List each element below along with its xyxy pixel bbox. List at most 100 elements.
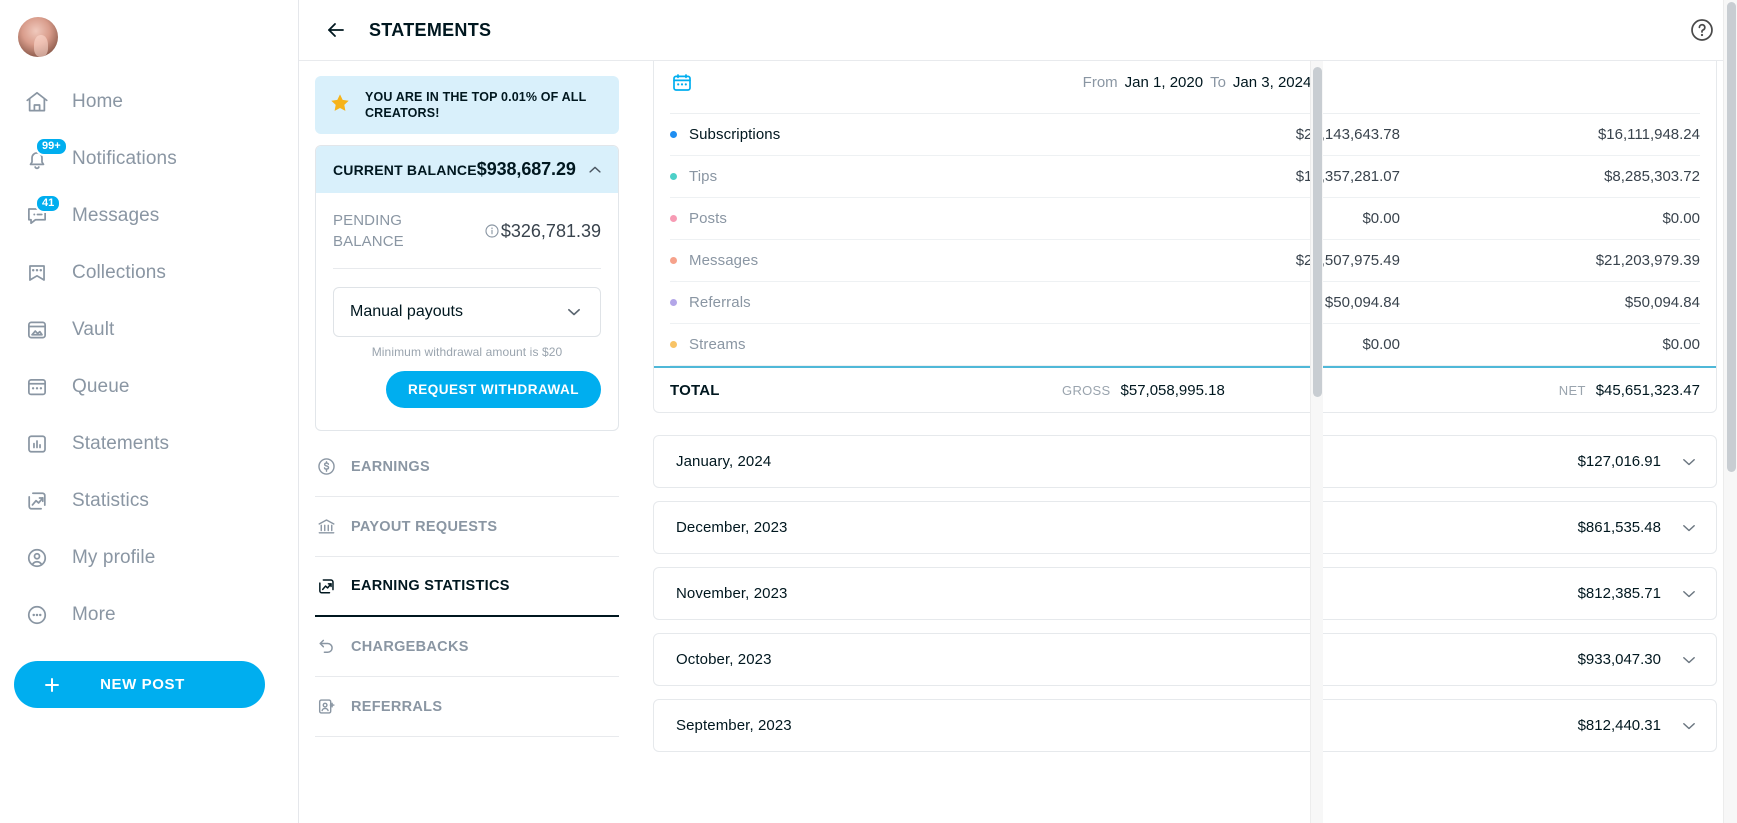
- sidebar-item-queue[interactable]: Queue: [0, 358, 298, 415]
- earnings-row: Tips $10,357,281.07 $8,285,303.72: [670, 156, 1700, 198]
- sidebar-item-more[interactable]: More: [0, 586, 298, 643]
- date-range-text: From Jan 1, 2020 To Jan 3, 2024: [1083, 74, 1312, 91]
- dollar-circle-icon: [315, 456, 337, 478]
- top-creator-banner: YOU ARE IN THE TOP 0.01% OF ALL CREATORS…: [315, 76, 619, 134]
- info-icon[interactable]: [484, 223, 500, 239]
- home-icon: [20, 85, 54, 119]
- earnings-row: Messages $26,507,975.49 $21,203,979.39: [670, 240, 1700, 282]
- month-row[interactable]: October, 2023 $933,047.30: [653, 633, 1717, 686]
- pending-balance-row: PENDING BALANCE $326,781.39: [333, 210, 601, 252]
- sidebar-item-label: Collections: [72, 261, 167, 283]
- payout-mode-value: Manual payouts: [350, 303, 463, 320]
- inner-scrollbar-track[interactable]: [1310, 61, 1323, 823]
- month-name: January, 2024: [676, 453, 772, 470]
- sidebar-nav: Home 99+ Notifications 41 Messages Colle…: [0, 73, 298, 643]
- month-amount: $127,016.91: [1577, 453, 1661, 470]
- chart-box-icon: [315, 575, 337, 597]
- tab-payout-requests[interactable]: PAYOUT REQUESTS: [315, 497, 619, 557]
- date-range-selector[interactable]: From Jan 1, 2020 To Jan 3, 2024: [670, 61, 1700, 114]
- legend-dot-subscriptions: [670, 131, 677, 138]
- tab-label: EARNING STATISTICS: [351, 578, 510, 594]
- sidebar-item-my-profile[interactable]: My profile: [0, 529, 298, 586]
- earnings-row-name: Tips: [689, 168, 718, 185]
- sidebar-item-messages[interactable]: 41 Messages: [0, 187, 298, 244]
- earnings-row-net: $21,203,979.39: [1595, 252, 1700, 269]
- chevron-down-icon[interactable]: [1679, 584, 1699, 604]
- current-balance-label: CURRENT BALANCE: [333, 161, 477, 178]
- page-scrollbar-track[interactable]: [1723, 0, 1737, 823]
- sidebar-item-notifications[interactable]: 99+ Notifications: [0, 130, 298, 187]
- calendar-icon: [20, 370, 54, 404]
- tab-chargebacks[interactable]: CHARGEBACKS: [315, 617, 619, 677]
- sidebar-item-collections[interactable]: Collections: [0, 244, 298, 301]
- undo-arrow-icon: [315, 636, 337, 658]
- star-icon: [329, 92, 351, 119]
- earnings-row-net: $50,094.84: [1624, 294, 1700, 311]
- chevron-down-icon[interactable]: [1679, 452, 1699, 472]
- arrow-left-icon[interactable]: [323, 17, 349, 43]
- month-row[interactable]: September, 2023 $812,440.31: [653, 699, 1717, 752]
- month-name: October, 2023: [676, 651, 772, 668]
- pending-balance-amount: $326,781.39: [500, 220, 601, 241]
- bookmark-stars-icon: [20, 256, 54, 290]
- sidebar-item-label: Vault: [72, 318, 115, 340]
- inner-scrollbar-thumb[interactable]: [1313, 67, 1322, 397]
- avatar[interactable]: [18, 17, 58, 57]
- tab-earnings[interactable]: EARNINGS: [315, 437, 619, 497]
- month-name: November, 2023: [676, 585, 788, 602]
- month-row[interactable]: January, 2024 $127,016.91: [653, 435, 1717, 488]
- month-row[interactable]: December, 2023 $861,535.48: [653, 501, 1717, 554]
- request-withdrawal-button[interactable]: REQUEST WITHDRAWAL: [386, 371, 601, 408]
- gross-total-value: $57,058,995.18: [1120, 381, 1225, 399]
- chevron-up-icon[interactable]: [586, 161, 604, 179]
- ellipsis-circle-icon: [20, 598, 54, 632]
- sidebar-item-home[interactable]: Home: [0, 73, 298, 130]
- month-amount: $933,047.30: [1577, 651, 1661, 668]
- sidebar-item-statistics[interactable]: Statistics: [0, 472, 298, 529]
- tab-label: PAYOUT REQUESTS: [351, 518, 498, 535]
- plus-icon: [40, 673, 64, 697]
- balance-body: PENDING BALANCE $326,781.39 Manual payou…: [316, 193, 618, 430]
- tab-referrals[interactable]: REFERRALS: [315, 677, 619, 737]
- date-to-label: To: [1210, 74, 1226, 91]
- page-scrollbar-thumb[interactable]: [1726, 2, 1736, 472]
- pending-balance-value-group: $326,781.39: [484, 221, 601, 242]
- earnings-row-name: Messages: [689, 252, 759, 269]
- bar-chart-icon: [20, 427, 54, 461]
- earnings-row-gross: $0.00: [1362, 210, 1400, 227]
- current-balance-header[interactable]: CURRENT BALANCE $938,687.29: [316, 146, 618, 193]
- current-balance-value: $938,687.29: [476, 159, 576, 179]
- total-label: TOTAL: [670, 381, 720, 399]
- tab-earning-statistics[interactable]: EARNING STATISTICS: [315, 557, 619, 617]
- statements-right-column: From Jan 1, 2020 To Jan 3, 2024 Subscrip…: [635, 61, 1737, 823]
- statements-tabs: EARNINGS PAYOUT REQUESTS EARNING STATIST…: [315, 437, 619, 737]
- earnings-row-net: $0.00: [1662, 210, 1700, 227]
- chevron-down-icon[interactable]: [1679, 518, 1699, 538]
- earnings-row-name: Subscriptions: [689, 126, 781, 143]
- earnings-row-net: $0.00: [1662, 336, 1700, 353]
- sidebar-item-vault[interactable]: Vault: [0, 301, 298, 358]
- chevron-down-icon[interactable]: [1679, 716, 1699, 736]
- chevron-down-icon[interactable]: [1679, 650, 1699, 670]
- pending-balance-label: PENDING BALANCE: [333, 212, 404, 250]
- sidebar-item-label: Statements: [72, 432, 170, 454]
- month-amount: $812,440.31: [1577, 717, 1661, 734]
- help-circle-icon[interactable]: [1689, 17, 1715, 43]
- month-name: September, 2023: [676, 717, 792, 734]
- earnings-row-gross: $26,507,975.49: [1295, 252, 1400, 269]
- legend-dot-streams: [670, 341, 677, 348]
- trend-up-icon: [20, 484, 54, 518]
- date-from-label: From: [1082, 74, 1118, 91]
- net-caption: NET: [1558, 382, 1586, 398]
- sidebar-item-statements[interactable]: Statements: [0, 415, 298, 472]
- payout-mode-select[interactable]: Manual payouts: [333, 287, 601, 337]
- month-row[interactable]: November, 2023 $812,385.71: [653, 567, 1717, 620]
- sidebar-item-label: More: [72, 603, 116, 625]
- user-add-icon: [315, 696, 337, 718]
- tab-label: EARNINGS: [351, 458, 430, 475]
- earnings-row-gross: $50,094.84: [1324, 294, 1400, 311]
- earnings-row-name: Streams: [689, 336, 746, 353]
- new-post-button[interactable]: NEW POST: [14, 661, 265, 708]
- app-root: Home 99+ Notifications 41 Messages Colle…: [0, 0, 1737, 823]
- bank-icon: [315, 516, 337, 538]
